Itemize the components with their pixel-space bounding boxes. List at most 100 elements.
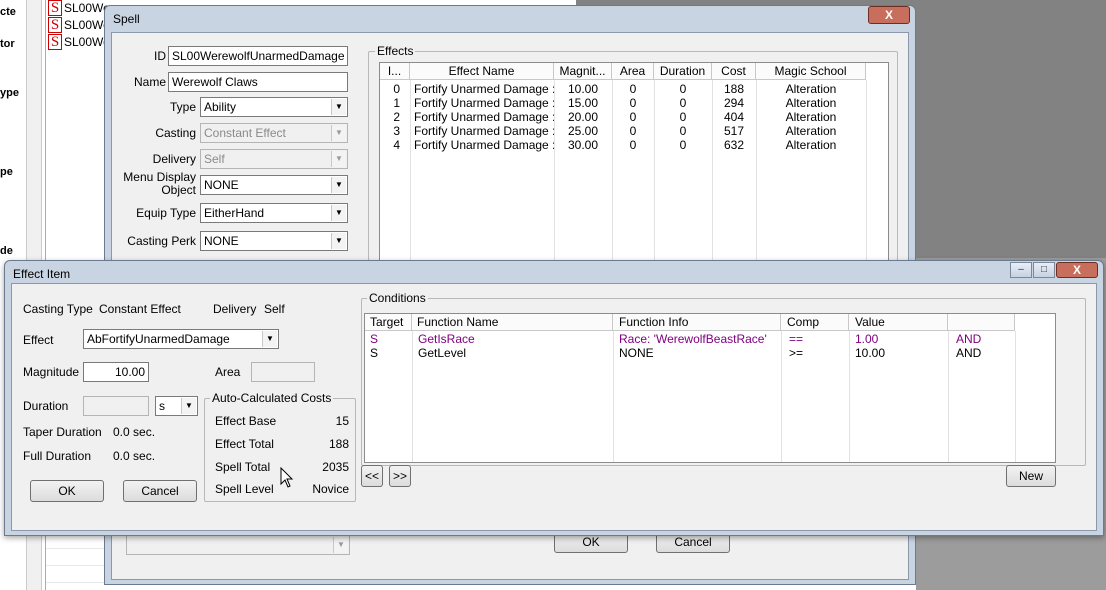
conditions-group: Conditions Target Function Name Function… bbox=[361, 291, 1086, 466]
spell-level-label: Spell Level bbox=[215, 482, 274, 496]
effect-cost: 294 bbox=[723, 96, 745, 110]
duration-unit-value: s bbox=[159, 399, 165, 413]
condition-value: 1.00 bbox=[855, 332, 879, 346]
delivery-value: Self bbox=[264, 302, 285, 316]
column-header[interactable]: Magic School bbox=[756, 63, 866, 80]
condition-comp: == bbox=[789, 332, 804, 346]
name-field[interactable]: Werewolf Claws bbox=[168, 72, 348, 92]
column-header[interactable]: Area bbox=[612, 63, 654, 80]
effect-item-body: Casting Type Constant Effect Delivery Se… bbox=[11, 283, 1097, 531]
effect-index: 4 bbox=[393, 138, 400, 152]
area-label: Area bbox=[215, 365, 241, 379]
type-select[interactable]: Ability ▼ bbox=[200, 97, 348, 117]
effect-name: Fortify Unarmed Damage :... bbox=[414, 138, 554, 152]
column-header[interactable]: Target bbox=[365, 314, 412, 331]
column-divider bbox=[866, 80, 867, 261]
column-header[interactable]: Magnit... bbox=[554, 63, 612, 80]
minimize-button[interactable]: – bbox=[1010, 262, 1032, 278]
spell-total-label: Spell Total bbox=[215, 460, 271, 474]
effect-row[interactable]: 2 Fortify Unarmed Damage :... 20.00 0 0 … bbox=[380, 110, 866, 124]
column-header[interactable]: I... bbox=[380, 63, 410, 80]
delivery-label: Delivery bbox=[213, 302, 257, 316]
column-header[interactable] bbox=[948, 314, 1015, 331]
effect-row[interactable]: 4 Fortify Unarmed Damage :... 30.00 0 0 … bbox=[380, 138, 866, 152]
mouse-cursor-icon bbox=[280, 467, 294, 488]
full-duration-label: Full Duration bbox=[23, 449, 92, 463]
effect-row[interactable]: 3 Fortify Unarmed Damage :... 25.00 0 0 … bbox=[380, 124, 866, 138]
conditions-list[interactable]: Target Function Name Function Info Comp … bbox=[364, 313, 1056, 463]
column-header[interactable]: Function Name bbox=[412, 314, 613, 331]
effect-row[interactable]: 1 Fortify Unarmed Damage :... 15.00 0 0 … bbox=[380, 96, 866, 110]
effect-label: Effect bbox=[23, 333, 54, 347]
effect-row[interactable]: 0 Fortify Unarmed Damage :... 10.00 0 0 … bbox=[380, 82, 866, 96]
conditions-list-header: Target Function Name Function Info Comp … bbox=[365, 314, 1015, 331]
spell-title-bar[interactable]: Spell X bbox=[105, 6, 915, 30]
effect-select[interactable]: AbFortifyUnarmedDamage ▼ bbox=[83, 329, 279, 349]
condition-row[interactable]: S GetIsRace Race: 'WerewolfBeastRace' ==… bbox=[365, 332, 1015, 346]
casting-value: Constant Effect bbox=[204, 126, 286, 140]
condition-info: NONE bbox=[619, 346, 654, 360]
casting-label: Casting bbox=[155, 126, 196, 140]
condition-next-button[interactable]: >> bbox=[389, 465, 411, 487]
id-field[interactable]: SL00WerewolfUnarmedDamage bbox=[168, 46, 348, 66]
spell-close-button[interactable]: X bbox=[868, 6, 910, 24]
effect-magnitude: 25.00 bbox=[567, 124, 599, 138]
equip-type-select[interactable]: EitherHand ▼ bbox=[200, 203, 348, 223]
condition-comp: >= bbox=[789, 346, 804, 360]
condition-row[interactable]: S GetLevel NONE >= 10.00 AND bbox=[365, 346, 1015, 360]
effects-group: Effects I... Effect Name Magnit... Area … bbox=[368, 44, 898, 262]
column-header[interactable]: Cost bbox=[712, 63, 756, 80]
effect-name: Fortify Unarmed Damage :... bbox=[414, 124, 554, 138]
spell-icon: S bbox=[48, 0, 62, 16]
condition-new-button[interactable]: New bbox=[1006, 465, 1056, 487]
maximize-button[interactable]: □ bbox=[1033, 262, 1055, 278]
condition-value: 10.00 bbox=[855, 346, 886, 360]
casting-type-value: Constant Effect bbox=[99, 302, 181, 316]
effect-total-label: Effect Total bbox=[215, 437, 274, 451]
spell-total-value: 2035 bbox=[322, 460, 349, 474]
duration-unit-select[interactable]: s ▼ bbox=[155, 396, 198, 416]
background-label: pe bbox=[0, 166, 13, 178]
column-header[interactable]: Value bbox=[849, 314, 948, 331]
effect-item-window: Effect Item – □ X Casting Type Constant … bbox=[4, 260, 1104, 536]
effect-name: Fortify Unarmed Damage :... bbox=[414, 96, 554, 110]
column-header[interactable]: Comp bbox=[781, 314, 849, 331]
column-header[interactable]: Effect Name bbox=[410, 63, 554, 80]
conditions-title: Conditions bbox=[367, 291, 428, 305]
chevron-down-icon: ▼ bbox=[331, 233, 346, 249]
chevron-down-icon: ▼ bbox=[331, 177, 346, 193]
background-label: tor bbox=[0, 38, 15, 50]
effect-magnitude: 30.00 bbox=[567, 138, 599, 152]
effect-cost: 517 bbox=[723, 124, 745, 138]
menu-display-value: NONE bbox=[204, 178, 239, 192]
effect-school: Alteration bbox=[785, 124, 837, 138]
effect-ok-button[interactable]: OK bbox=[30, 480, 104, 502]
effects-list-header: I... Effect Name Magnit... Area Duration… bbox=[380, 63, 866, 80]
effect-cost: 404 bbox=[723, 110, 745, 124]
effect-cancel-button[interactable]: Cancel bbox=[123, 480, 197, 502]
condition-function: GetIsRace bbox=[418, 332, 475, 346]
magnitude-field[interactable]: 10.00 bbox=[83, 362, 149, 382]
condition-target: S bbox=[370, 346, 379, 360]
effect-cost: 188 bbox=[723, 82, 745, 96]
effect-value: AbFortifyUnarmedDamage bbox=[87, 332, 230, 346]
chevron-down-icon: ▼ bbox=[333, 537, 348, 553]
spell-icon: S bbox=[48, 34, 62, 50]
menu-display-select[interactable]: NONE ▼ bbox=[200, 175, 348, 195]
type-value: Ability bbox=[204, 100, 237, 114]
effect-close-button[interactable]: X bbox=[1056, 262, 1098, 278]
background-label: ype bbox=[0, 87, 19, 99]
type-label: Type bbox=[169, 100, 196, 114]
effect-school: Alteration bbox=[785, 82, 837, 96]
column-header[interactable]: Function Info bbox=[613, 314, 781, 331]
effects-list[interactable]: I... Effect Name Magnit... Area Duration… bbox=[379, 62, 889, 262]
spell-bottom-select: ▼ bbox=[126, 535, 350, 555]
casting-perk-select[interactable]: NONE ▼ bbox=[200, 231, 348, 251]
effect-area: 0 bbox=[629, 138, 637, 152]
effect-magnitude: 10.00 bbox=[567, 82, 599, 96]
effect-area: 0 bbox=[629, 124, 637, 138]
effect-duration: 0 bbox=[679, 96, 687, 110]
casting-type-label: Casting Type bbox=[23, 302, 93, 316]
condition-prev-button[interactable]: << bbox=[361, 465, 383, 487]
column-header[interactable]: Duration bbox=[654, 63, 712, 80]
